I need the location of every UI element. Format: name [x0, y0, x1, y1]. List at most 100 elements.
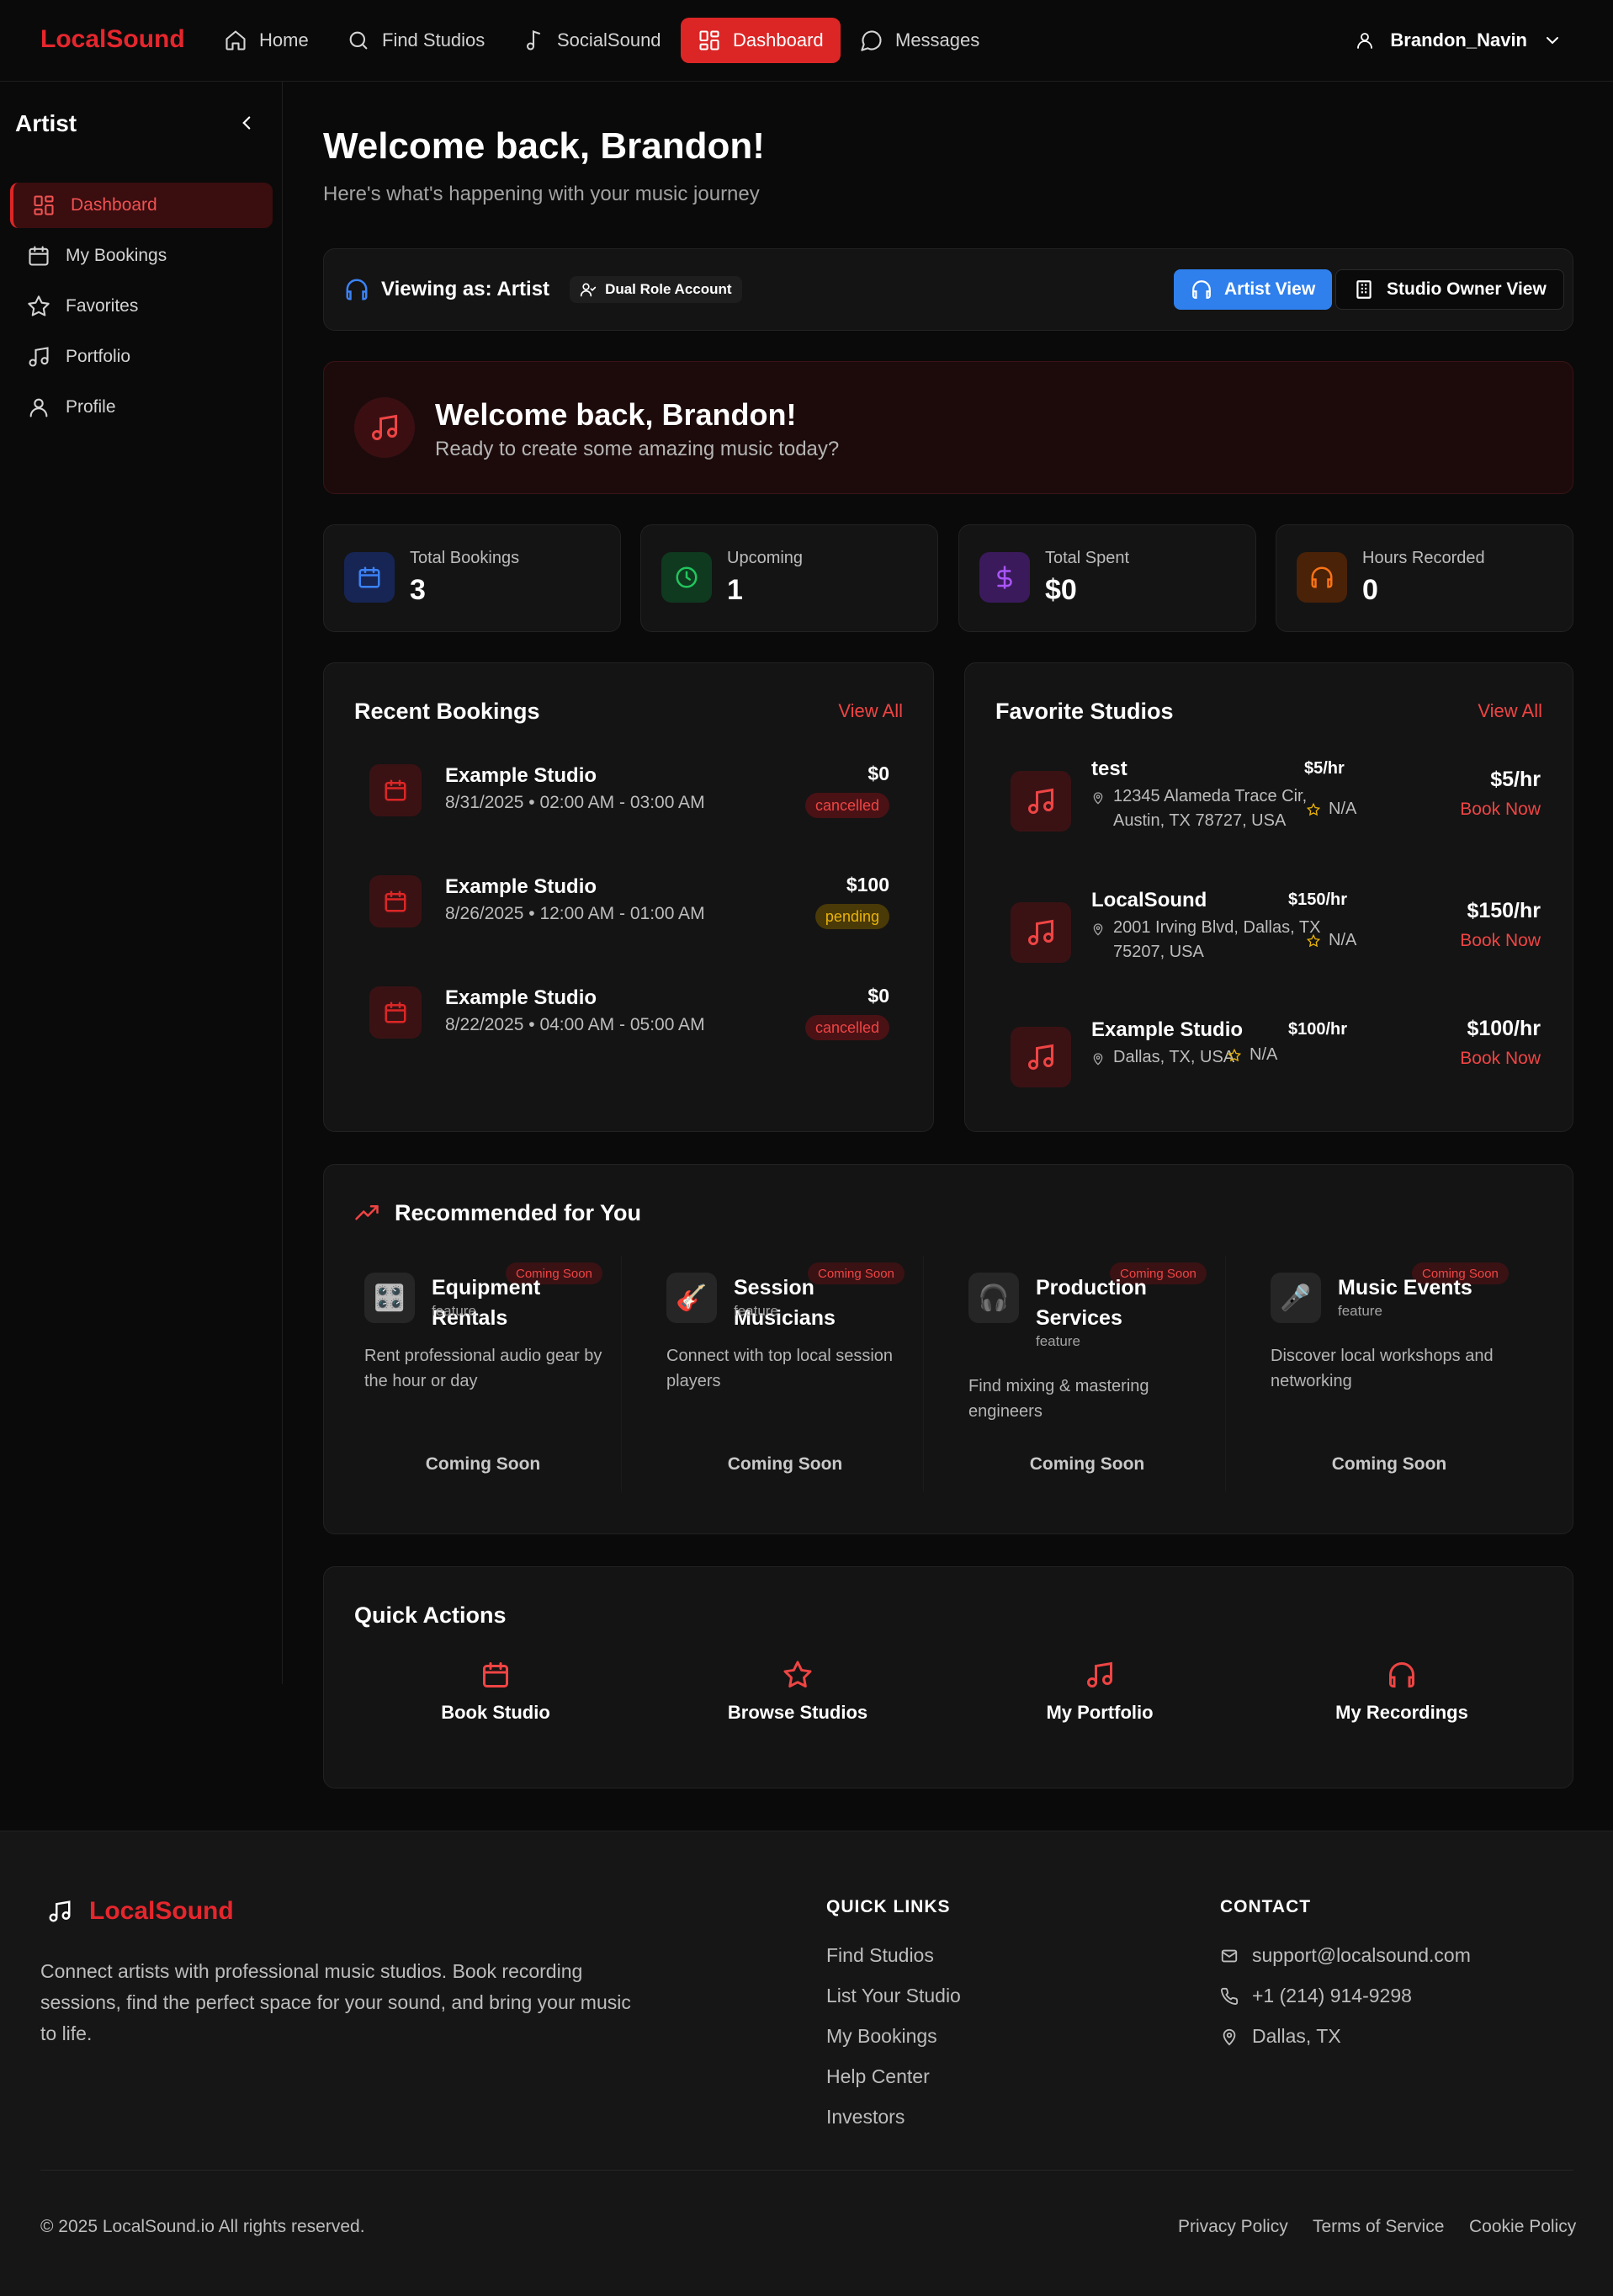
- sidebar-item-label: Favorites: [66, 296, 139, 316]
- location-text: Dallas, TX: [1252, 2025, 1341, 2047]
- quick-action-my-portfolio[interactable]: My Portfolio: [974, 1660, 1226, 1724]
- nav-socialsound-label: SocialSound: [557, 29, 661, 50]
- booking-row[interactable]: Example Studio 8/31/2025 • 02:00 AM - 03…: [369, 757, 889, 825]
- coming-soon-button[interactable]: Coming Soon: [948, 1454, 1226, 1475]
- recommendation-card[interactable]: 🎤 Coming Soon Music Events feature Disco…: [1250, 1256, 1528, 1491]
- studio-price-small: $150/hr: [1288, 890, 1348, 909]
- sidebar-item-favorites[interactable]: Favorites: [10, 284, 273, 329]
- address-line-1: 12345 Alameda Trace Cir,: [1113, 787, 1308, 805]
- booking-amount: $0: [868, 763, 889, 784]
- artist-view-button[interactable]: Artist View: [1174, 269, 1333, 310]
- nav-home[interactable]: Home: [207, 18, 326, 63]
- address-line-2: 75207, USA: [1113, 943, 1204, 961]
- sidebar-item-label: My Bookings: [66, 246, 167, 265]
- stat-upcoming: Upcoming 1: [640, 524, 938, 632]
- quick-action-browse-studios[interactable]: Browse Studios: [671, 1660, 924, 1724]
- studio-rating: N/A: [1307, 931, 1356, 950]
- dashboard-icon: [34, 195, 54, 215]
- recommendation-description: Find mixing & mastering engineers: [968, 1377, 1149, 1421]
- booking-row[interactable]: Example Studio 8/22/2025 • 04:00 AM - 05…: [369, 980, 889, 1047]
- banner-subtitle: Ready to create some amazing music today…: [435, 438, 840, 460]
- recommendation-tag: feature: [1338, 1303, 1382, 1319]
- footer-brand[interactable]: LocalSound: [47, 1897, 234, 1926]
- chevron-left-icon[interactable]: [236, 112, 257, 134]
- calendar-icon: [385, 1002, 406, 1023]
- studio-rating: N/A: [1228, 1045, 1277, 1065]
- recommended-title: Recommended for You: [395, 1200, 642, 1225]
- chevron-down-icon: [1547, 37, 1558, 45]
- recent-bookings-view-all-link[interactable]: View All: [838, 700, 903, 722]
- stat-value: 1: [727, 574, 743, 606]
- footer-link-list-your-studio[interactable]: List Your Studio: [826, 1985, 961, 2007]
- studio-row[interactable]: LocalSound 2001 Irving Blvd, Dallas, TX 7…: [1011, 887, 1541, 988]
- nav-socialsound[interactable]: SocialSound: [505, 18, 678, 63]
- recommendation-card[interactable]: 🎸 Coming Soon Session Musicians feature …: [646, 1256, 924, 1491]
- sidebar-item-my-bookings[interactable]: My Bookings: [10, 233, 273, 279]
- page-subtitle: Here's what's happening with your music …: [323, 183, 760, 205]
- studio-icon: [1011, 771, 1071, 832]
- booking-time: 8/31/2025 • 02:00 AM - 03:00 AM: [445, 793, 705, 812]
- studio-owner-view-label: Studio Owner View: [1387, 279, 1547, 299]
- recommendation-card[interactable]: 🎛️ Coming Soon Equipment Rentals feature…: [344, 1256, 622, 1491]
- studio-owner-view-button[interactable]: Studio Owner View: [1335, 269, 1564, 310]
- home-icon: [226, 30, 246, 50]
- footer-link-my-bookings[interactable]: My Bookings: [826, 2025, 937, 2048]
- sidebar-item-portfolio[interactable]: Portfolio: [10, 334, 273, 380]
- sidebar-item-dashboard[interactable]: Dashboard: [10, 183, 273, 228]
- cookie-policy-link[interactable]: Cookie Policy: [1469, 2217, 1576, 2237]
- map-pin-icon: [1093, 792, 1103, 805]
- nav-find-studios-label: Find Studios: [382, 29, 485, 50]
- quick-action-label: My Portfolio: [1046, 1702, 1154, 1723]
- brand-logo[interactable]: LocalSound: [40, 25, 185, 54]
- quick-action-label: Book Studio: [441, 1702, 550, 1723]
- star-icon: [783, 1661, 812, 1687]
- stat-label: Total Spent: [1045, 549, 1130, 567]
- sidebar: Artist Dashboard My Bookings Favorites P…: [0, 82, 283, 1684]
- stat-value: 3: [410, 574, 426, 606]
- terms-of-service-link[interactable]: Terms of Service: [1313, 2217, 1444, 2237]
- booking-icon: [369, 986, 422, 1039]
- quick-action-book-studio[interactable]: Book Studio: [369, 1660, 622, 1724]
- studio-row[interactable]: Example Studio Dallas, TX, USA N/A $100/…: [1011, 1017, 1541, 1101]
- nav-find-studios[interactable]: Find Studios: [330, 18, 501, 63]
- recommendation-card[interactable]: 🎧 Coming Soon Production Services featur…: [948, 1256, 1226, 1491]
- stat-total-spent: Total Spent $0: [958, 524, 1256, 632]
- privacy-policy-link[interactable]: Privacy Policy: [1178, 2217, 1288, 2237]
- studio-address: 12345 Alameda Trace Cir, Austin, TX 78727…: [1091, 784, 1307, 833]
- map-pin-icon: [1093, 1053, 1103, 1066]
- calendar-icon: [483, 1662, 508, 1687]
- book-now-button[interactable]: Book Now: [1460, 800, 1541, 820]
- phone-text: +1 (214) 914-9298: [1252, 1985, 1412, 2006]
- nav-dashboard-label: Dashboard: [733, 29, 824, 50]
- favorite-studios-view-all-link[interactable]: View All: [1478, 700, 1542, 722]
- footer-brand-name: LocalSound: [89, 1897, 234, 1925]
- nav-messages[interactable]: Messages: [843, 18, 996, 63]
- map-pin-icon: [1093, 923, 1103, 936]
- coming-soon-button[interactable]: Coming Soon: [1250, 1454, 1528, 1475]
- studio-row[interactable]: test 12345 Alameda Trace Cir, Austin, TX …: [1011, 756, 1541, 857]
- quick-action-my-recordings[interactable]: My Recordings: [1276, 1660, 1528, 1724]
- music-notes-icon: [29, 347, 49, 367]
- footer-link-find-studios[interactable]: Find Studios: [826, 1944, 934, 1967]
- clock-icon: [676, 566, 698, 588]
- nav-dashboard[interactable]: Dashboard: [681, 18, 841, 63]
- coming-soon-button[interactable]: Coming Soon: [646, 1454, 924, 1475]
- contact-location: Dallas, TX: [1220, 2025, 1341, 2048]
- nav-home-label: Home: [259, 29, 309, 50]
- book-now-button[interactable]: Book Now: [1460, 1049, 1541, 1069]
- welcome-banner: Welcome back, Brandon! Ready to create s…: [323, 361, 1573, 494]
- footer-divider: [40, 2170, 1573, 2171]
- music-notes-icon: [1028, 919, 1053, 945]
- booking-row[interactable]: Example Studio 8/26/2025 • 12:00 AM - 01…: [369, 869, 889, 936]
- footer-link-help-center[interactable]: Help Center: [826, 2065, 930, 2088]
- contact-email[interactable]: support@localsound.com: [1220, 1944, 1471, 1967]
- copyright: © 2025 LocalSound.io All rights reserved…: [40, 2217, 365, 2236]
- book-now-button[interactable]: Book Now: [1460, 931, 1541, 951]
- address-line-1: 2001 Irving Blvd, Dallas, TX: [1113, 918, 1321, 937]
- coming-soon-button[interactable]: Coming Soon: [344, 1454, 622, 1475]
- sidebar-item-profile[interactable]: Profile: [10, 385, 273, 430]
- stat-label: Upcoming: [727, 549, 804, 567]
- contact-phone[interactable]: +1 (214) 914-9298: [1220, 1985, 1412, 2007]
- user-menu[interactable]: Brandon_Navin: [1355, 18, 1563, 63]
- footer-link-investors[interactable]: Investors: [826, 2106, 905, 2129]
